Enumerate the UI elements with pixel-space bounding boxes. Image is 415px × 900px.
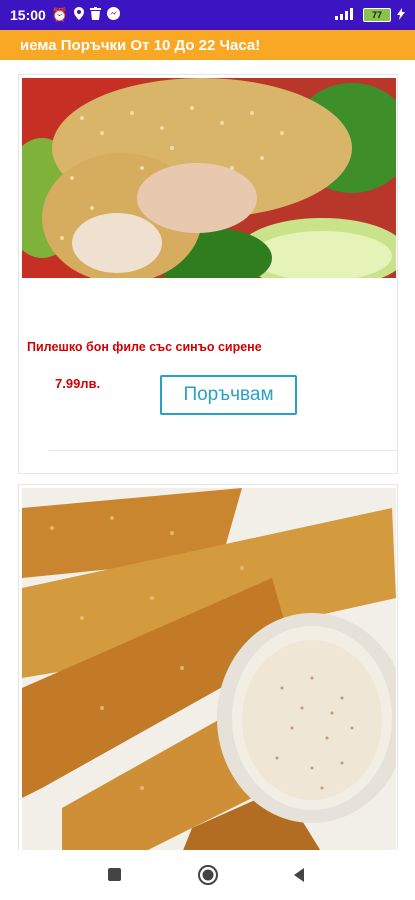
order-button[interactable]: Поръчвам [160, 375, 297, 415]
status-bar: 15:00 ⏰ 77 [0, 0, 415, 30]
location-icon [74, 7, 84, 23]
product-image [22, 488, 396, 850]
home-button[interactable] [197, 864, 219, 886]
battery-icon: 77 [363, 8, 391, 22]
home-circle-icon [198, 865, 218, 885]
charging-icon [397, 7, 405, 23]
status-right: 77 [335, 7, 405, 23]
signal-icon [335, 7, 357, 23]
product-card: Пилешко бон филе със синъо сирене 7.99лв… [18, 74, 398, 474]
back-triangle-icon [294, 868, 304, 882]
back-button[interactable] [290, 866, 308, 884]
square-icon [107, 867, 121, 881]
alarm-icon: ⏰ [51, 7, 68, 22]
product-price: 7.99лв. [55, 376, 101, 391]
card-divider [49, 450, 397, 451]
trash-icon [90, 7, 101, 23]
marquee-text: иема Поръчки От 10 До 22 Часа! [20, 36, 261, 54]
recent-apps-button[interactable] [106, 866, 122, 882]
marquee-banner: иема Поръчки От 10 До 22 Часа! [0, 30, 415, 60]
product-card [18, 484, 398, 850]
messenger-icon [107, 7, 120, 23]
product-name: Пилешко бон филе със синъо сирене [27, 340, 262, 354]
navigation-bar [0, 850, 415, 900]
product-list[interactable]: Пилешко бон филе със синъо сирене 7.99лв… [0, 60, 415, 850]
product-image [22, 78, 396, 278]
status-time: 15:00 [10, 7, 46, 23]
